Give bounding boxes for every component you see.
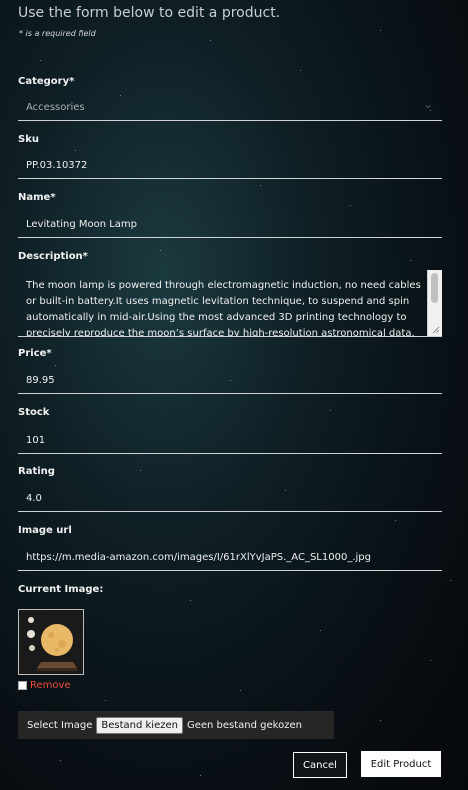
category-select[interactable]: Accessories bbox=[18, 96, 442, 121]
edit-product-form: Use the form below to edit a product. * … bbox=[0, 0, 468, 790]
form-intro: Use the form below to edit a product. bbox=[18, 5, 281, 21]
description-value: The moon lamp is powered through electro… bbox=[26, 280, 421, 337]
choose-file-button[interactable]: Bestand kiezen bbox=[96, 716, 183, 734]
price-label: Price* bbox=[18, 348, 52, 359]
file-status: Geen bestand gekozen bbox=[186, 719, 302, 731]
stock-input[interactable]: 101 bbox=[18, 429, 442, 454]
category-label: Category* bbox=[18, 76, 75, 87]
sku-input[interactable]: PP.03.10372 bbox=[18, 154, 442, 179]
category-value: Accessories bbox=[26, 102, 85, 113]
price-input[interactable]: 89.95 bbox=[18, 369, 442, 394]
stock-value: 101 bbox=[26, 435, 46, 446]
scrollbar-thumb[interactable] bbox=[431, 273, 438, 303]
sku-value: PP.03.10372 bbox=[26, 160, 88, 171]
image-url-label: Image url bbox=[18, 525, 72, 536]
name-value: Levitating Moon Lamp bbox=[26, 219, 138, 230]
remove-label: Remove bbox=[30, 680, 71, 691]
rating-value: 4.0 bbox=[26, 493, 42, 504]
price-value: 89.95 bbox=[26, 375, 55, 386]
required-field-note: * is a required field bbox=[19, 29, 96, 38]
select-image-label: Select Image bbox=[27, 719, 93, 731]
chevron-down-icon bbox=[425, 104, 431, 109]
moon-lamp-image bbox=[18, 609, 84, 675]
name-input[interactable]: Levitating Moon Lamp bbox=[18, 213, 442, 238]
description-textarea[interactable]: The moon lamp is powered through electro… bbox=[18, 270, 442, 337]
edit-product-button[interactable]: Edit Product bbox=[361, 751, 441, 777]
file-picker: Select Image Bestand kiezen Geen bestand… bbox=[18, 711, 334, 739]
rating-input[interactable]: 4.0 bbox=[18, 487, 442, 512]
stock-label: Stock bbox=[18, 407, 50, 418]
description-label: Description* bbox=[18, 251, 88, 262]
rating-label: Rating bbox=[18, 466, 55, 477]
image-url-input[interactable]: https://m.media-amazon.com/images/I/61rX… bbox=[18, 546, 442, 571]
resize-handle-icon[interactable] bbox=[432, 326, 440, 334]
remove-image-option[interactable]: Remove bbox=[18, 680, 71, 691]
sku-label: Sku bbox=[18, 134, 39, 145]
image-url-value: https://m.media-amazon.com/images/I/61rX… bbox=[26, 552, 371, 563]
current-image-label: Current Image: bbox=[18, 584, 104, 595]
name-label: Name* bbox=[18, 192, 56, 203]
remove-checkbox[interactable] bbox=[18, 681, 27, 690]
cancel-button[interactable]: Cancel bbox=[293, 752, 347, 778]
